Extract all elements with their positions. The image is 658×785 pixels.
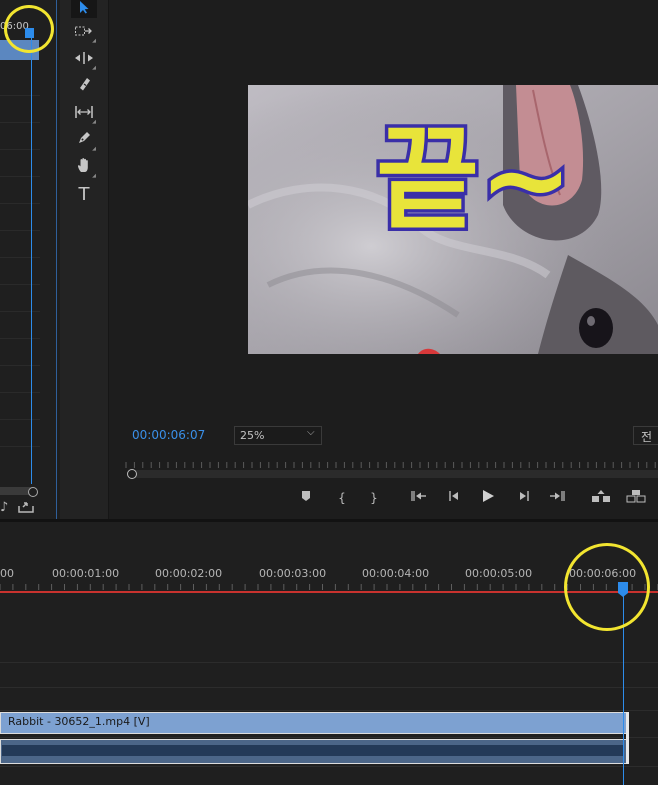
music-note-icon[interactable]: ♪ — [0, 500, 8, 515]
source-row-divider — [0, 176, 40, 177]
resolution-label: 전 — [641, 430, 653, 444]
track-divider — [0, 662, 658, 663]
type-tool[interactable]: T — [71, 184, 97, 206]
mark-out-button[interactable]: } — [363, 489, 385, 507]
time-label: 00:00:02:00 — [155, 567, 223, 580]
source-row-divider — [0, 149, 40, 150]
program-timecode[interactable]: 00:00:06:07 — [132, 428, 205, 442]
track-select-tool[interactable]: ◢ — [71, 22, 97, 44]
source-row-divider — [0, 365, 40, 366]
time-label: 00 — [0, 567, 14, 580]
time-label: 00:00:04:00 — [362, 567, 430, 580]
source-row-divider — [0, 203, 40, 204]
time-label: 00:00:05:00 — [465, 567, 533, 580]
video-clip-label: Rabbit - 30652_1.mp4 [V] — [8, 715, 150, 728]
step-forward-button[interactable] — [513, 489, 535, 507]
lift-button[interactable] — [590, 489, 612, 507]
chevron-down-icon: ⌵ — [307, 427, 315, 438]
zoom-level: 25% — [240, 429, 265, 442]
source-row-divider — [0, 446, 40, 447]
track-divider — [0, 737, 658, 738]
mark-in-button[interactable]: { — [331, 489, 353, 507]
source-row-divider — [0, 284, 40, 285]
source-row-divider — [0, 122, 40, 123]
clip-end-edge[interactable] — [626, 712, 629, 764]
marker-button[interactable] — [295, 489, 317, 507]
slip-tool[interactable]: ◢ — [71, 103, 97, 125]
program-scrub-bar[interactable] — [130, 470, 658, 478]
export-frame-icon[interactable] — [18, 500, 34, 517]
source-panel — [0, 0, 57, 519]
go-to-in-button[interactable] — [408, 489, 430, 507]
ripple-edit-tool[interactable]: ◢ — [71, 49, 97, 71]
highlight-circle — [4, 5, 54, 53]
highlight-circle — [564, 543, 650, 631]
source-row-divider — [0, 419, 40, 420]
time-label: 00:00:01:00 — [52, 567, 120, 580]
selection-tool[interactable] — [71, 0, 97, 18]
track-divider — [0, 766, 658, 767]
source-row-divider — [0, 95, 40, 96]
audio-waveform — [2, 745, 624, 756]
step-back-button[interactable] — [443, 489, 465, 507]
track-divider — [0, 687, 658, 688]
source-row-divider — [0, 338, 40, 339]
program-time-ruler[interactable] — [124, 458, 658, 468]
source-row-divider — [0, 257, 40, 258]
source-row-divider — [0, 392, 40, 393]
source-playhead-line — [31, 38, 32, 484]
source-zoom-handle[interactable] — [28, 487, 38, 497]
source-row-divider — [0, 230, 40, 231]
source-row-divider — [0, 311, 40, 312]
go-to-out-button[interactable] — [546, 489, 568, 507]
timeline-time-ruler[interactable] — [0, 582, 658, 590]
program-video-frame: 끝~ — [248, 85, 658, 354]
razor-tool[interactable] — [71, 76, 97, 98]
track-divider — [0, 710, 658, 711]
caption-text: 끝~ — [373, 112, 577, 249]
extract-button[interactable] — [625, 489, 647, 507]
play-button[interactable] — [477, 489, 499, 507]
program-playhead-handle[interactable] — [127, 469, 137, 479]
hand-tool[interactable]: ◢ — [71, 157, 97, 179]
time-label: 00:00:03:00 — [259, 567, 327, 580]
pen-tool[interactable]: ◢ — [71, 130, 97, 152]
work-area-bar[interactable] — [0, 591, 658, 593]
